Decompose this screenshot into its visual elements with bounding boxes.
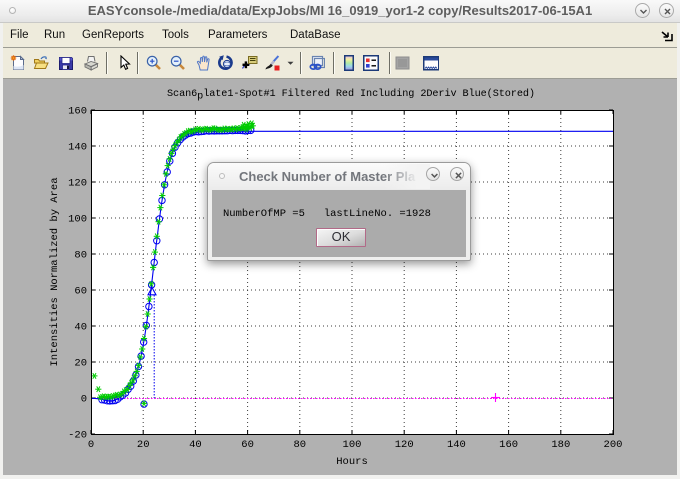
svg-text:20: 20 — [74, 358, 87, 370]
svg-text:80: 80 — [74, 250, 87, 262]
svg-text:-20: -20 — [68, 430, 87, 442]
svg-text:160: 160 — [68, 106, 87, 118]
svg-text:40: 40 — [74, 322, 87, 334]
svg-text:160: 160 — [499, 439, 518, 451]
svg-text:100: 100 — [68, 214, 87, 226]
svg-text:60: 60 — [241, 439, 254, 451]
svg-text:80: 80 — [293, 439, 306, 451]
svg-text:180: 180 — [551, 439, 570, 451]
svg-text:200: 200 — [604, 439, 623, 451]
svg-text:140: 140 — [68, 142, 87, 154]
svg-text:120: 120 — [68, 178, 87, 190]
svg-text:Hours: Hours — [336, 456, 368, 468]
svg-text:140: 140 — [447, 439, 466, 451]
svg-text:100: 100 — [343, 439, 362, 451]
svg-text:0: 0 — [88, 439, 94, 451]
svg-text:40: 40 — [189, 439, 202, 451]
svg-text:20: 20 — [137, 439, 150, 451]
svg-text:60: 60 — [74, 286, 87, 298]
svg-text:120: 120 — [395, 439, 414, 451]
svg-text:0: 0 — [81, 394, 87, 406]
svg-text:Intensities Normalized by Area: Intensities Normalized by Area — [49, 177, 61, 366]
